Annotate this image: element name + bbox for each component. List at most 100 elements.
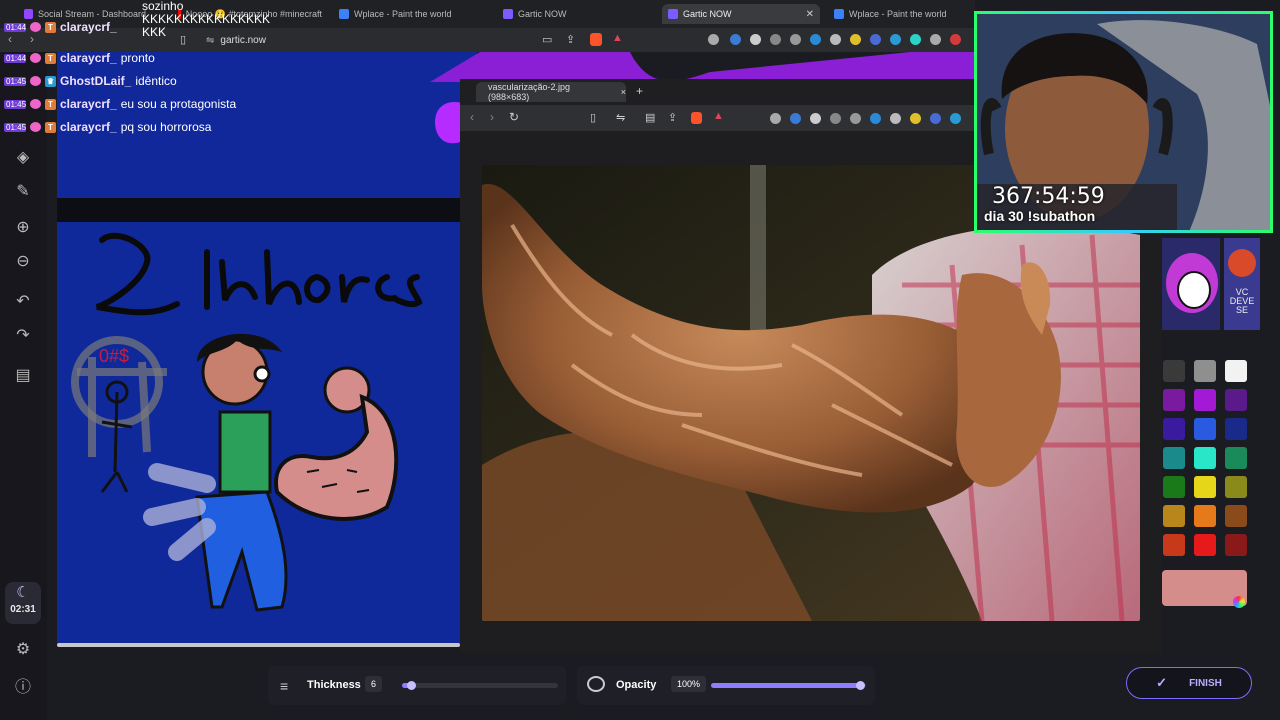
color-swatch[interactable] xyxy=(1225,505,1247,527)
extension-icon[interactable] xyxy=(830,113,841,124)
brave-shield-icon[interactable] xyxy=(590,33,602,46)
color-swatch[interactable] xyxy=(1194,418,1216,440)
extension-icon[interactable] xyxy=(730,34,741,45)
new-tab-button[interactable]: + xyxy=(636,84,643,98)
chat-username: GhostDLaif_ xyxy=(60,74,132,88)
extension-icon[interactable] xyxy=(870,113,881,124)
color-swatch[interactable] xyxy=(1194,389,1216,411)
settings-gear-icon[interactable]: ⚙ xyxy=(13,640,33,660)
color-swatch[interactable] xyxy=(1194,360,1216,382)
chat-time: 01:44 xyxy=(4,53,27,63)
reference-photo xyxy=(482,165,1140,621)
gartic-icon xyxy=(668,9,678,19)
reader-icon[interactable]: ▤ xyxy=(645,111,655,124)
extension-icon[interactable] xyxy=(950,34,961,45)
sub-badge-icon xyxy=(30,99,41,109)
extension-icon[interactable] xyxy=(910,34,921,45)
back-icon[interactable]: ‹ xyxy=(470,110,474,124)
browser-tab-active[interactable]: Gartic NOW ✕ xyxy=(662,4,820,24)
extension-icon[interactable] xyxy=(910,113,921,124)
color-swatch[interactable] xyxy=(1194,476,1216,498)
color-swatch[interactable] xyxy=(1194,534,1216,556)
color-swatch[interactable] xyxy=(1163,476,1185,498)
color-swatch[interactable] xyxy=(1225,447,1247,469)
color-wheel-icon[interactable] xyxy=(1233,596,1245,608)
color-swatch[interactable] xyxy=(1225,360,1247,382)
canvas-scrollbar[interactable] xyxy=(57,643,460,647)
thickness-value[interactable]: 6 xyxy=(365,676,383,692)
fill-bucket-icon[interactable]: ◈ xyxy=(13,148,33,168)
site-info-icon[interactable]: ⇋ xyxy=(616,111,625,124)
extension-icon[interactable] xyxy=(930,113,941,124)
color-swatch[interactable] xyxy=(1225,389,1247,411)
file-icon[interactable]: ▤ xyxy=(13,366,33,386)
extension-icon[interactable] xyxy=(708,34,719,45)
viewer-tab[interactable]: vascularização-2.jpg (988×683) × xyxy=(476,82,626,102)
subathon-subtitle: dia 30 !subathon xyxy=(984,208,1096,224)
extension-icon[interactable] xyxy=(770,34,781,45)
color-swatch[interactable] xyxy=(1163,447,1185,469)
gartic-icon xyxy=(503,9,513,19)
extension-icon[interactable] xyxy=(830,34,841,45)
color-swatch[interactable] xyxy=(1194,505,1216,527)
turn-timer: ☾ 02:31 xyxy=(5,582,41,624)
extension-icon[interactable] xyxy=(810,34,821,45)
extension-icon[interactable] xyxy=(930,34,941,45)
opacity-value[interactable]: 100% xyxy=(671,676,707,692)
color-swatch[interactable] xyxy=(1225,534,1247,556)
forward-icon[interactable]: › xyxy=(490,110,494,124)
player-avatars: VC DEVE SE xyxy=(1162,238,1262,333)
chat-message: 01:45 ♛ GhostDLaif_ idêntico xyxy=(4,72,177,90)
color-swatch[interactable] xyxy=(1225,418,1247,440)
undo-icon[interactable]: ↶ xyxy=(13,292,33,312)
extension-icon[interactable] xyxy=(810,113,821,124)
eyedropper-icon[interactable]: ✎ xyxy=(13,182,33,202)
extension-icon[interactable] xyxy=(850,113,861,124)
extension-icon[interactable] xyxy=(890,34,901,45)
brave-rewards-icon[interactable]: ▲ xyxy=(713,110,724,122)
chat-time: 01:45 xyxy=(4,76,27,86)
extension-icon[interactable] xyxy=(890,113,901,124)
reload-icon[interactable]: ↻ xyxy=(509,110,519,124)
zoom-out-icon[interactable]: ⊖ xyxy=(13,252,33,272)
zoom-in-icon[interactable]: ⊕ xyxy=(13,218,33,238)
close-icon[interactable]: × xyxy=(621,87,626,97)
color-swatch[interactable] xyxy=(1163,360,1185,382)
finish-button[interactable]: ✓ FINISH xyxy=(1126,667,1252,699)
bookmark-icon[interactable]: ▯ xyxy=(590,111,596,124)
browser-tab[interactable]: Wplace - Paint the world xyxy=(828,4,973,24)
extension-icon[interactable] xyxy=(870,34,881,45)
close-tab-icon[interactable]: ✕ xyxy=(806,9,820,20)
color-swatch[interactable] xyxy=(1163,534,1185,556)
browser-tab[interactable]: Wplace - Paint the world xyxy=(333,4,483,24)
extension-icon[interactable] xyxy=(770,113,781,124)
avatar: T xyxy=(45,21,56,33)
color-swatch[interactable] xyxy=(1225,476,1247,498)
browser-tab[interactable]: Gartic NOW xyxy=(497,4,647,24)
color-swatch[interactable] xyxy=(1194,447,1216,469)
cast-icon[interactable]: ▭ xyxy=(542,33,552,46)
chat-time: 01:44 xyxy=(4,22,27,32)
share-icon[interactable]: ⇪ xyxy=(668,111,677,124)
color-swatch[interactable] xyxy=(1163,505,1185,527)
redo-icon[interactable]: ↷ xyxy=(13,326,33,346)
brave-shield-icon[interactable] xyxy=(691,112,702,124)
color-swatch[interactable] xyxy=(1163,418,1185,440)
chat-username: claraycrf_ xyxy=(60,51,117,65)
extension-icon[interactable] xyxy=(750,34,761,45)
extension-icon[interactable] xyxy=(950,113,961,124)
thickness-slider-knob[interactable] xyxy=(407,681,416,690)
chat-username: claraycrf_ xyxy=(60,20,117,34)
avatar: T xyxy=(45,98,56,110)
share-icon[interactable]: ⇪ xyxy=(566,33,575,46)
opacity-slider-knob[interactable] xyxy=(856,681,865,690)
color-swatch[interactable] xyxy=(1163,389,1185,411)
extension-icon[interactable] xyxy=(790,34,801,45)
subathon-timer: 367:54:59 xyxy=(992,184,1105,209)
sub-badge-icon xyxy=(30,53,41,63)
extension-icon[interactable] xyxy=(850,34,861,45)
info-icon[interactable]: ⓘ xyxy=(13,678,33,698)
thickness-slider-track[interactable] xyxy=(402,683,558,688)
brave-rewards-icon[interactable]: ▲ xyxy=(612,32,623,44)
extension-icon[interactable] xyxy=(790,113,801,124)
